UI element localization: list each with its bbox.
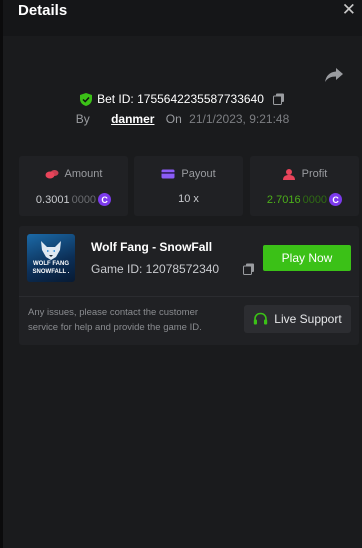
payout-label: Payout	[181, 168, 216, 180]
amount-value: 0.3001	[35, 193, 70, 206]
profit-value: 2.7016	[266, 193, 301, 206]
profit-icon	[282, 168, 295, 180]
copy-icon[interactable]	[243, 263, 255, 275]
payout-value: 10 x	[178, 193, 199, 205]
live-support-button[interactable]: Live Support	[244, 305, 351, 333]
bet-id: Bet ID: 1755642235587733640	[97, 92, 264, 106]
profit-value-trailing: 0000	[302, 193, 328, 206]
bet-meta: By danmer On 21/1/2023, 9:21:48	[3, 112, 362, 126]
copy-icon[interactable]	[272, 93, 285, 105]
coin-icon: C	[98, 193, 112, 206]
amount-label: Amount	[64, 168, 103, 180]
divider	[19, 296, 359, 297]
thumb-title-line-2: SNOWFALL .	[32, 269, 70, 275]
game-id: Game ID: 12078572340	[91, 262, 220, 276]
card-icon	[161, 169, 175, 179]
bet-id-row: Bet ID: 1755642235587733640	[3, 92, 362, 109]
live-support-label: Live Support	[274, 312, 342, 326]
game-thumbnail[interactable]: WOLF FANG SNOWFALL .	[27, 234, 75, 282]
payout-card: Payout 10 x	[134, 156, 243, 216]
play-now-button[interactable]: Play Now	[263, 245, 351, 271]
on-label: On	[165, 112, 182, 126]
bet-datetime: 21/1/2023, 9:21:48	[189, 112, 290, 126]
support-message: Any issues, please contact the customer …	[28, 307, 202, 333]
username-link[interactable]: danmer	[111, 112, 154, 126]
panel-header: Details ✕	[3, 0, 362, 36]
headset-icon	[254, 312, 268, 325]
close-icon[interactable]: ✕	[342, 1, 356, 18]
panel-title: Details	[18, 2, 68, 19]
profit-label: Profit	[301, 168, 328, 180]
amount-value-trailing: 0000	[71, 193, 97, 206]
wolf-icon	[41, 241, 61, 260]
coins-icon	[45, 170, 59, 179]
by-label: By	[75, 112, 90, 126]
game-name: Wolf Fang - SnowFall	[91, 240, 213, 254]
stats-row: Amount 0.3001 0000 C Payout 10 x Profit …	[19, 156, 359, 216]
share-icon[interactable]	[324, 67, 344, 83]
profit-card: Profit 2.7016 0000 C	[250, 156, 359, 216]
game-card: WOLF FANG SNOWFALL . Wolf Fang - SnowFal…	[19, 226, 359, 345]
details-panel: Details ✕ Bet ID: 1755642235587733640 By…	[3, 0, 362, 548]
amount-card: Amount 0.3001 0000 C	[19, 156, 128, 216]
thumb-title-line-1: WOLF FANG	[33, 261, 69, 267]
coin-icon: C	[329, 193, 343, 206]
shield-check-icon	[80, 92, 93, 106]
